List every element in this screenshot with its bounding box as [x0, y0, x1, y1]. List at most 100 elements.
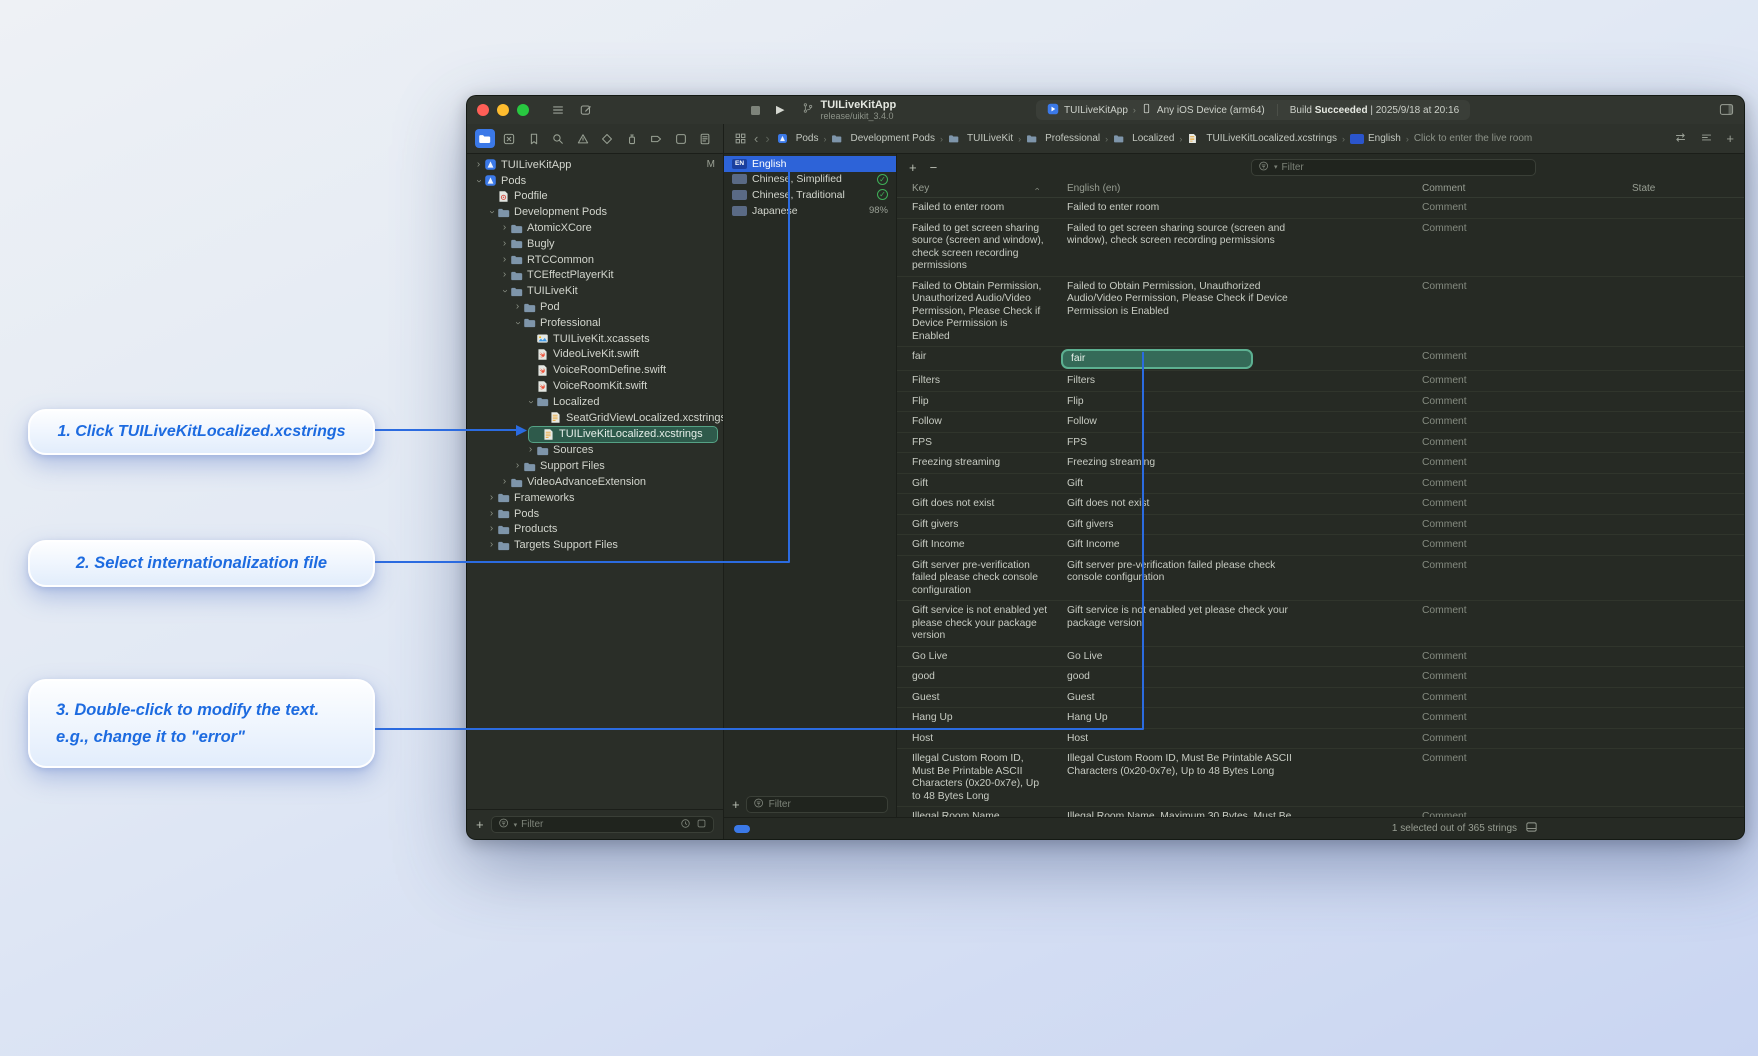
- add-editor-icon[interactable]: +: [1726, 131, 1734, 146]
- navigator-tab-debug-icon[interactable]: [622, 129, 642, 148]
- key-cell[interactable]: Illegal Custom Room ID, Must Be Printabl…: [897, 749, 1052, 806]
- english-cell[interactable]: fair: [1052, 347, 1317, 370]
- language-filter-field[interactable]: Filter: [746, 796, 888, 813]
- key-cell[interactable]: Gift service is not enabled yet please c…: [897, 601, 1052, 646]
- string-row[interactable]: Go LiveGo LiveComment: [897, 647, 1744, 668]
- string-row[interactable]: fairfairComment: [897, 347, 1744, 371]
- navigator-tab-project-icon[interactable]: [475, 129, 495, 148]
- english-cell[interactable]: FPS: [1052, 433, 1317, 453]
- key-cell[interactable]: good: [897, 667, 1052, 687]
- key-cell[interactable]: Filters: [897, 371, 1052, 391]
- key-cell[interactable]: Failed to Obtain Permission, Unauthorize…: [897, 277, 1052, 347]
- string-row[interactable]: Hang UpHang Up Comment: [897, 708, 1744, 729]
- run-destination[interactable]: Any iOS Device (arm64): [1157, 105, 1265, 116]
- run-button[interactable]: ▶: [776, 105, 784, 116]
- english-cell[interactable]: Hang Up: [1052, 708, 1317, 728]
- comment-cell[interactable]: Comment: [1407, 453, 1617, 473]
- english-cell[interactable]: Guest: [1052, 688, 1317, 708]
- disclosure-icon[interactable]: ›: [499, 255, 510, 265]
- breadcrumb-item[interactable]: TUILiveKitLocalized.xcstrings: [1187, 133, 1337, 144]
- recent-files-icon[interactable]: [680, 818, 691, 832]
- language-row[interactable]: ENEnglish: [724, 156, 896, 172]
- string-row[interactable]: Gift giversGift giversComment: [897, 515, 1744, 536]
- english-cell[interactable]: Filters: [1052, 371, 1317, 391]
- breadcrumb-item[interactable]: Pods: [777, 133, 819, 144]
- inspector-toggle-icon[interactable]: [1719, 103, 1734, 116]
- navigator-item[interactable]: ›TCEffectPlayerKit: [467, 268, 723, 284]
- string-row[interactable]: Gift server pre-verification failed plea…: [897, 556, 1744, 602]
- navigator-item[interactable]: ›VoiceRoomKit.swift: [467, 378, 723, 394]
- string-row[interactable]: Failed to Obtain Permission, Unauthorize…: [897, 277, 1744, 348]
- disclosure-icon[interactable]: ›: [486, 540, 497, 550]
- comment-cell[interactable]: Comment: [1407, 198, 1617, 218]
- comment-cell[interactable]: Comment: [1407, 647, 1617, 667]
- string-row[interactable]: Illegal Room Name, Maximum 30 Bytes, Mus…: [897, 807, 1744, 817]
- navigator-tab-extensions-icon[interactable]: [671, 129, 691, 148]
- english-cell[interactable]: good: [1052, 667, 1317, 687]
- disclosure-icon[interactable]: ›: [473, 160, 484, 170]
- string-row[interactable]: FollowFollowComment: [897, 412, 1744, 433]
- key-cell[interactable]: Flip: [897, 392, 1052, 412]
- add-language-button[interactable]: +: [732, 798, 740, 811]
- key-cell[interactable]: Guest: [897, 688, 1052, 708]
- navigator-item[interactable]: ›SeatGridViewLocalized.xcstrings: [467, 410, 723, 426]
- navigator-item[interactable]: ›TUILiveKitAppM: [467, 157, 723, 173]
- remove-string-button[interactable]: −: [930, 161, 938, 174]
- english-cell[interactable]: Gift service is not enabled yet please c…: [1052, 601, 1317, 646]
- sidebar-list-icon[interactable]: [551, 103, 565, 117]
- comment-cell[interactable]: Comment: [1407, 688, 1617, 708]
- english-cell[interactable]: Gift server pre-verification failed plea…: [1052, 556, 1317, 601]
- disclosure-icon[interactable]: ›: [512, 302, 523, 312]
- string-row[interactable]: GiftGiftComment: [897, 474, 1744, 495]
- comment-cell[interactable]: Comment: [1407, 392, 1617, 412]
- language-row[interactable]: Chinese, Traditional✓: [724, 187, 896, 203]
- navigator-item[interactable]: ›Pods: [467, 506, 723, 522]
- disclosure-icon[interactable]: ›: [513, 317, 523, 328]
- navigator-item[interactable]: ›Support Files: [467, 458, 723, 474]
- navigator-item[interactable]: ›Pods: [467, 173, 723, 189]
- navigator-item[interactable]: ›Targets Support Files: [467, 537, 723, 553]
- navigator-item[interactable]: ›Professional: [467, 315, 723, 331]
- key-cell[interactable]: Gift: [897, 474, 1052, 494]
- english-cell[interactable]: Failed to Obtain Permission, Unauthorize…: [1052, 277, 1317, 347]
- comment-cell[interactable]: Comment: [1407, 708, 1617, 728]
- english-cell[interactable]: Illegal Custom Room ID, Must Be Printabl…: [1052, 749, 1317, 806]
- disclosure-icon[interactable]: ›: [499, 223, 510, 233]
- comment-cell[interactable]: Comment: [1407, 515, 1617, 535]
- build-status[interactable]: Build Succeeded | 2025/9/18 at 20:16: [1290, 105, 1459, 116]
- navigator-item[interactable]: ›VideoAdvanceExtension: [467, 474, 723, 490]
- key-cell[interactable]: fair: [897, 347, 1052, 370]
- key-cell[interactable]: FPS: [897, 433, 1052, 453]
- string-row[interactable]: goodgoodComment: [897, 667, 1744, 688]
- disclosure-icon[interactable]: ›: [499, 477, 510, 487]
- key-cell[interactable]: Hang Up: [897, 708, 1052, 728]
- english-cell[interactable]: Failed to get screen sharing source (scr…: [1052, 219, 1317, 276]
- navigator-item[interactable]: ›Frameworks: [467, 490, 723, 506]
- english-cell[interactable]: Follow: [1052, 412, 1317, 432]
- breadcrumb-item[interactable]: Localized: [1113, 133, 1174, 144]
- disclosure-icon[interactable]: ›: [499, 270, 510, 280]
- breadcrumb-item[interactable]: Development Pods: [831, 133, 935, 144]
- comment-cell[interactable]: Comment: [1407, 535, 1617, 555]
- string-row[interactable]: Failed to enter roomFailed to enter room…: [897, 198, 1744, 219]
- navigator-filter-field[interactable]: ▾ Filter: [491, 816, 714, 833]
- navigator-tab-tests-icon[interactable]: [598, 129, 618, 148]
- minimize-button[interactable]: [497, 104, 509, 116]
- column-header-state[interactable]: State: [1617, 183, 1744, 194]
- string-row[interactable]: FiltersFiltersComment: [897, 371, 1744, 392]
- navigator-item[interactable]: ›AtomicXCore: [467, 220, 723, 236]
- add-file-button[interactable]: +: [476, 818, 484, 831]
- navigator-item[interactable]: ›RTCCommon: [467, 252, 723, 268]
- navigator-item[interactable]: ›Sources: [467, 443, 723, 459]
- navigator-item[interactable]: ›VideoLiveKit.swift: [467, 347, 723, 363]
- navigator-item[interactable]: ›Podfile: [467, 189, 723, 205]
- strings-filter-field[interactable]: ▾ Filter: [1251, 159, 1536, 176]
- comment-cell[interactable]: Comment: [1407, 729, 1617, 749]
- source-control-status-icon[interactable]: [696, 818, 707, 832]
- comment-cell[interactable]: Comment: [1407, 807, 1617, 817]
- disclosure-icon[interactable]: ›: [474, 175, 484, 186]
- navigator-item[interactable]: ›TUILiveKitLocalized.xcstrings: [528, 426, 718, 443]
- english-cell[interactable]: Gift givers: [1052, 515, 1317, 535]
- string-row[interactable]: Illegal Custom Room ID, Must Be Printabl…: [897, 749, 1744, 807]
- string-row[interactable]: HostHostComment: [897, 729, 1744, 750]
